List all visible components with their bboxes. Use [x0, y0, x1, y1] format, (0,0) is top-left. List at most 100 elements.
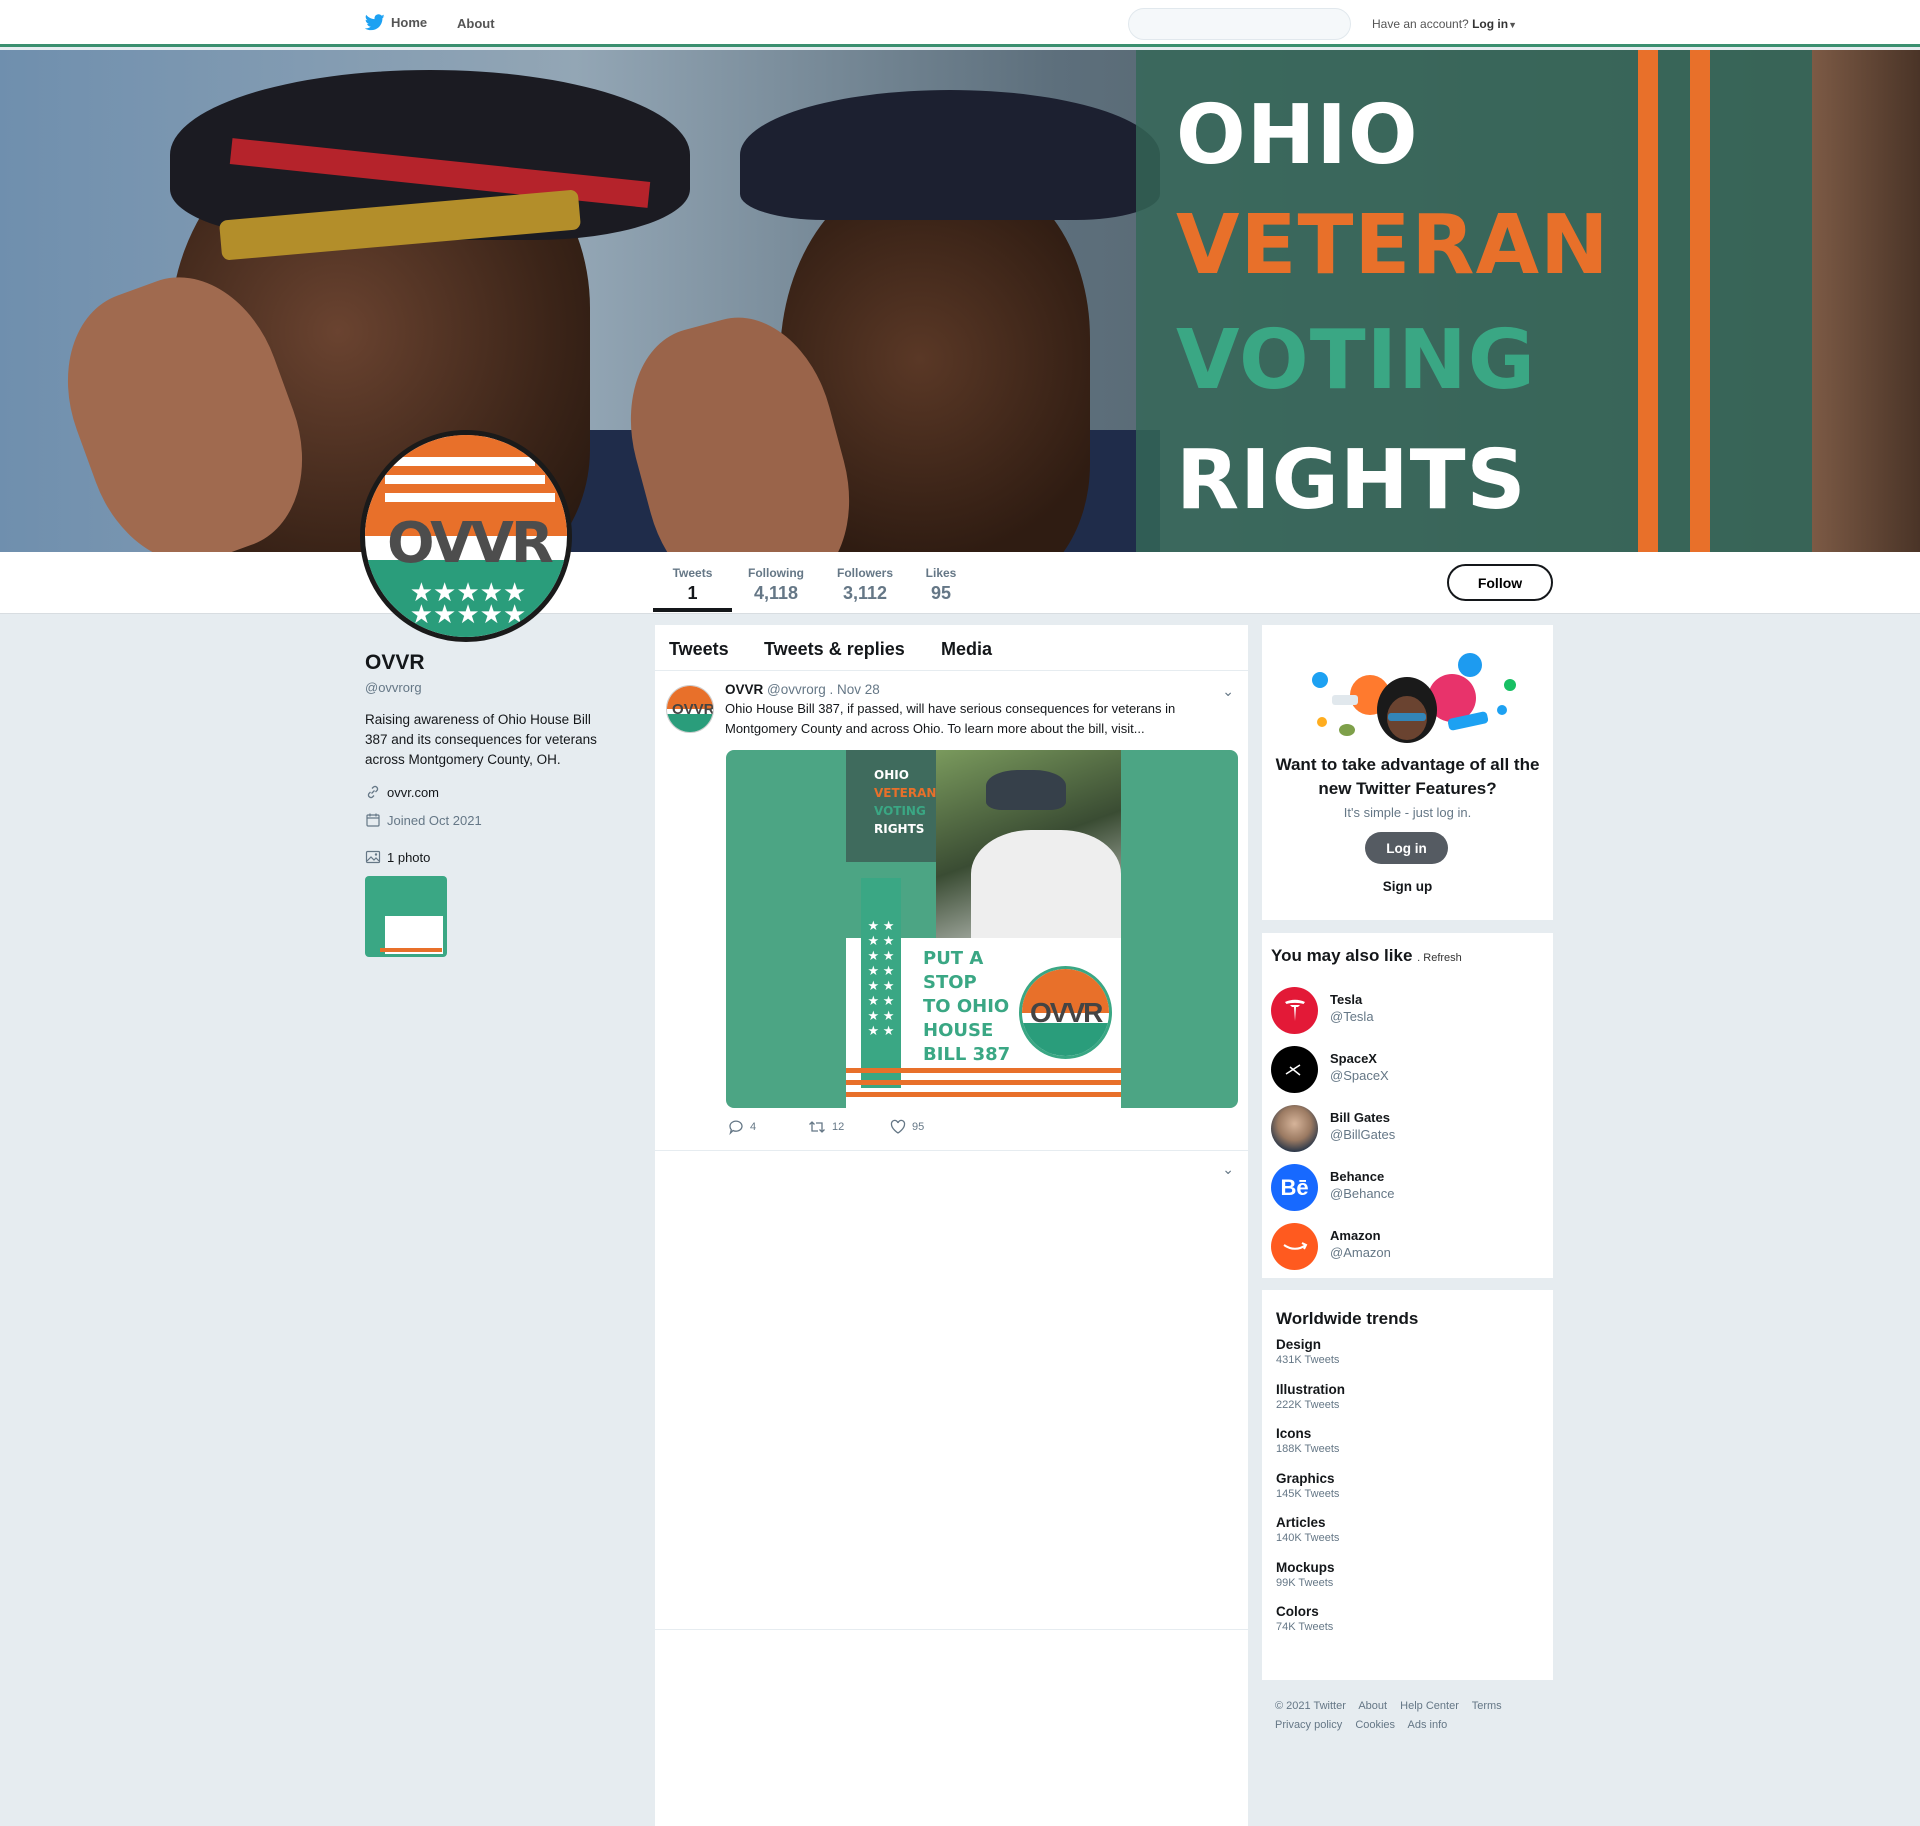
photos-label[interactable]: 1 photo: [387, 850, 430, 865]
tweet-avatar[interactable]: OVVR: [666, 685, 714, 733]
behance-logo-icon[interactable]: Bē: [1271, 1164, 1318, 1211]
trend-item[interactable]: Articles 140K Tweets: [1276, 1515, 1339, 1544]
account-handle: @Amazon: [1330, 1245, 1391, 1260]
stat-likes[interactable]: Likes 95: [916, 566, 966, 604]
trend-name[interactable]: Icons: [1276, 1426, 1339, 1441]
stat-tweets[interactable]: Tweets 1: [653, 566, 732, 604]
banner-photo-cap-2: [740, 90, 1160, 220]
chevron-down-icon[interactable]: ⌄: [1222, 1161, 1234, 1178]
tweet-author-name[interactable]: OVVR: [725, 682, 763, 697]
tweet[interactable]: OVVR OVVR @ovvrorg . Nov 28 ⌄ Ohio House…: [655, 671, 1248, 1151]
account-name[interactable]: Bill Gates: [1330, 1110, 1390, 1125]
promo-subtitle: It's simple - just log in.: [1343, 805, 1472, 820]
tab-tweets-replies[interactable]: Tweets & replies: [764, 639, 905, 660]
chevron-down-icon[interactable]: ⌄: [1222, 683, 1234, 700]
footer-help[interactable]: Help Center: [1400, 1700, 1459, 1712]
trend-item[interactable]: Icons 188K Tweets: [1276, 1426, 1339, 1455]
image-cta-line: PUT A: [923, 948, 984, 969]
trend-name[interactable]: Design: [1276, 1337, 1339, 1352]
reply-count: 4: [750, 1121, 757, 1133]
refresh-link[interactable]: . Refresh: [1417, 952, 1462, 964]
banner-stripe: [1690, 50, 1710, 552]
footer-terms[interactable]: Terms: [1472, 1700, 1502, 1712]
profile-website[interactable]: ovvr.com: [365, 784, 439, 800]
photo-thumbnail[interactable]: [365, 876, 447, 957]
image-text-line: VETERAN: [874, 786, 937, 800]
banner-title-line1: OHIO: [1176, 88, 1419, 183]
nav-about[interactable]: About: [457, 16, 495, 31]
suggest-title: You may also like: [1271, 946, 1413, 965]
stars-icon: ★★★★★ ★★★★★: [409, 577, 527, 629]
search-input[interactable]: [1128, 8, 1351, 40]
signup-link[interactable]: Sign up: [1262, 879, 1553, 894]
stat-value: 4,118: [753, 583, 799, 603]
reply-action[interactable]: 4: [728, 1119, 808, 1135]
like-count: 95: [912, 1121, 925, 1133]
footer: © 2021 Twitter About Help Center Terms P…: [1275, 1697, 1555, 1735]
account-name[interactable]: Tesla: [1330, 992, 1362, 1007]
stat-followers[interactable]: Followers 3,112: [828, 566, 902, 604]
tweet-avatar-logo: OVVR: [672, 701, 714, 718]
spacex-logo-icon[interactable]: [1271, 1046, 1318, 1093]
website-label[interactable]: ovvr.com: [387, 785, 439, 800]
trend-name[interactable]: Graphics: [1276, 1471, 1339, 1486]
amazon-logo-icon[interactable]: [1271, 1223, 1318, 1270]
trend-name[interactable]: Articles: [1276, 1515, 1339, 1530]
trend-name[interactable]: Colors: [1276, 1604, 1333, 1619]
account-name[interactable]: SpaceX: [1330, 1051, 1377, 1066]
trend-item[interactable]: Illustration 222K Tweets: [1276, 1382, 1345, 1411]
trend-name[interactable]: Mockups: [1276, 1560, 1335, 1575]
profile-avatar[interactable]: OVVR ★★★★★ ★★★★★: [360, 430, 572, 642]
profile-name: OVVR: [365, 651, 425, 674]
profile-photos[interactable]: 1 photo: [365, 849, 430, 865]
stat-following[interactable]: Following 4,118: [740, 566, 812, 604]
profile-joined: Joined Oct 2021: [365, 812, 482, 828]
image-text-line: VOTING: [874, 804, 926, 818]
avatar-stripe: [385, 475, 545, 484]
heart-icon: [890, 1119, 906, 1134]
profile-bio: Raising awareness of Ohio House Bill 387…: [365, 712, 597, 767]
tab-media[interactable]: Media: [941, 639, 992, 660]
image-veteran-photo: [936, 750, 1121, 940]
trend-item[interactable]: Mockups 99K Tweets: [1276, 1560, 1335, 1589]
caret-down-icon[interactable]: ▼: [1508, 20, 1517, 30]
follow-button[interactable]: Follow: [1447, 564, 1553, 601]
account-handle: @Tesla: [1330, 1009, 1374, 1024]
tweet-image[interactable]: OHIO VETERAN VOTING RIGHTS ★ ★ ★ ★ ★ ★ ★ ★ ★…: [726, 750, 1238, 1108]
tab-tweets[interactable]: Tweets: [669, 639, 729, 660]
footer-privacy[interactable]: Privacy policy: [1275, 1719, 1342, 1731]
image-stripe: [846, 1080, 1121, 1085]
trend-item[interactable]: Graphics 145K Tweets: [1276, 1471, 1339, 1500]
trend-item[interactable]: Colors 74K Tweets: [1276, 1604, 1333, 1633]
footer-about[interactable]: About: [1358, 1700, 1387, 1712]
suggested-account[interactable]: SpaceX @SpaceX: [1271, 1046, 1541, 1094]
login-button[interactable]: Log in: [1365, 832, 1448, 864]
banner-photo-edge: [1812, 50, 1920, 552]
image-cta-line: BILL 387: [923, 1044, 1011, 1065]
trend-item[interactable]: Design 431K Tweets: [1276, 1337, 1339, 1366]
login-link[interactable]: Log in: [1472, 17, 1508, 31]
stat-label: Likes: [925, 566, 957, 580]
account-area: Have an account? Log in▼: [1372, 17, 1517, 31]
image-icon: [365, 850, 381, 864]
avatar[interactable]: [1271, 1105, 1318, 1152]
retweet-action[interactable]: 12: [808, 1119, 890, 1135]
trend-count: 145K Tweets: [1276, 1488, 1340, 1500]
account-name[interactable]: Amazon: [1330, 1228, 1381, 1243]
trend-name[interactable]: Illustration: [1276, 1382, 1345, 1397]
account-name[interactable]: Behance: [1330, 1169, 1384, 1184]
tesla-logo-icon[interactable]: [1271, 987, 1318, 1034]
suggested-account[interactable]: Amazon @Amazon: [1271, 1223, 1541, 1271]
suggested-account[interactable]: Tesla @Tesla: [1271, 987, 1541, 1035]
image-cta-line: TO OHIO: [923, 996, 1010, 1017]
footer-cookies[interactable]: Cookies: [1355, 1719, 1395, 1731]
stat-value: 95: [930, 583, 952, 603]
suggested-account[interactable]: Bill Gates @BillGates: [1271, 1105, 1541, 1153]
banner-title-line3: VOTING: [1176, 313, 1537, 408]
footer-ads[interactable]: Ads info: [1408, 1719, 1448, 1731]
like-action[interactable]: 95: [890, 1119, 924, 1135]
image-stripe: [846, 1092, 1121, 1097]
stars-icon: ★ ★ ★ ★ ★ ★ ★ ★ ★ ★ ★ ★ ★ ★ ★ ★: [861, 878, 901, 1088]
nav-home[interactable]: Home: [365, 14, 427, 31]
suggested-account[interactable]: Bē Behance @Behance: [1271, 1164, 1541, 1212]
